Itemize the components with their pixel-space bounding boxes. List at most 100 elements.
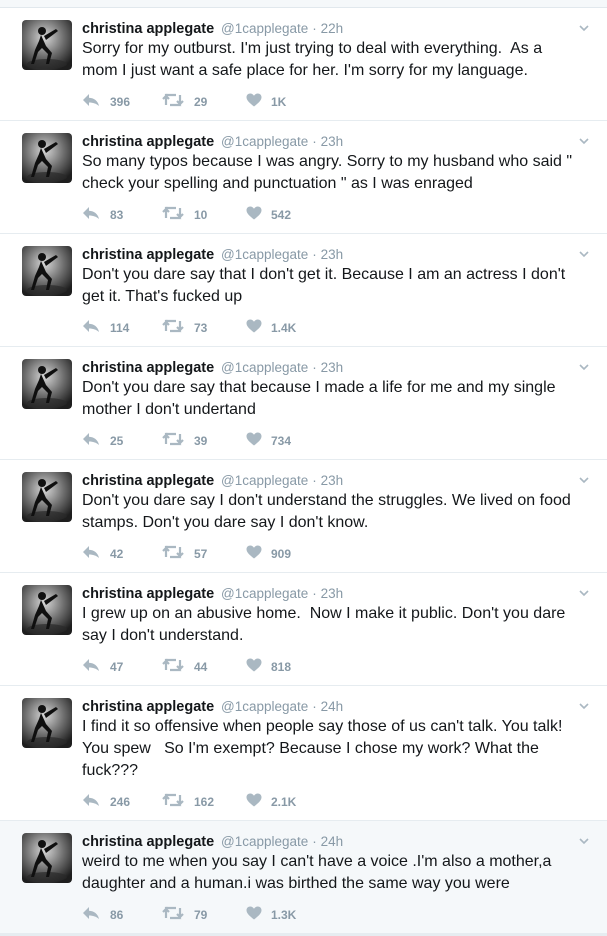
reply-icon	[83, 659, 99, 671]
retweet-count: 10	[194, 208, 208, 222]
avatar-photo	[22, 246, 72, 296]
reply-icon	[83, 794, 99, 806]
author-name[interactable]: christina applegate	[82, 134, 214, 150]
tweet[interactable]: christina applegate @1capplegate · 23h S…	[0, 121, 607, 234]
timestamp[interactable]: 23h	[321, 247, 344, 262]
avatar-photo	[22, 472, 72, 522]
avatar[interactable]	[22, 246, 72, 296]
retweet-count: 162	[194, 795, 215, 809]
chevron-down-icon[interactable]	[579, 362, 589, 372]
chevron-down-icon[interactable]	[579, 23, 589, 33]
tweet-text: I find it so offensive when people say t…	[82, 718, 567, 779]
tweet-header: christina applegate @1capplegate · 23h	[82, 357, 593, 377]
author-handle[interactable]: @1capplegate	[221, 360, 308, 375]
like-count: 1.3K	[271, 908, 297, 922]
tweet[interactable]: christina applegate @1capplegate · 22h S…	[0, 8, 607, 121]
heart-icon	[246, 93, 262, 107]
timestamp[interactable]: 23h	[321, 134, 344, 149]
author-handle[interactable]: @1capplegate	[221, 134, 308, 149]
author-name[interactable]: christina applegate	[82, 21, 214, 37]
tweet-header: christina applegate @1capplegate · 23h	[82, 244, 593, 264]
retweet-icon	[162, 319, 184, 333]
tweet[interactable]: christina applegate @1capplegate · 24h w…	[0, 821, 607, 934]
avatar-photo	[22, 20, 72, 70]
tweet-header: christina applegate @1capplegate · 23h	[82, 131, 593, 151]
author-name[interactable]: christina applegate	[82, 699, 214, 715]
like-count: 818	[271, 660, 292, 674]
avatar[interactable]	[22, 585, 72, 635]
timestamp[interactable]: 23h	[321, 473, 344, 488]
tweet[interactable]: christina applegate @1capplegate · 24h I…	[0, 686, 607, 821]
avatar-photo	[22, 359, 72, 409]
tweet[interactable]: christina applegate @1capplegate · 23h D…	[0, 347, 607, 460]
author-name[interactable]: christina applegate	[82, 586, 214, 602]
reply-icon	[83, 94, 99, 106]
author-handle[interactable]: @1capplegate	[221, 586, 308, 601]
tweet-header: christina applegate @1capplegate · 22h	[82, 18, 593, 38]
tweet-header: christina applegate @1capplegate · 24h	[82, 831, 593, 851]
author-handle[interactable]: @1capplegate	[221, 834, 308, 849]
heart-icon	[246, 432, 262, 446]
retweet-count: 39	[194, 434, 208, 448]
separator: ·	[312, 21, 317, 36]
author-name[interactable]: christina applegate	[82, 247, 214, 263]
like-count: 734	[271, 434, 292, 448]
reply-count: 396	[110, 95, 131, 109]
retweet-icon	[162, 906, 184, 920]
heart-icon	[246, 906, 262, 920]
chevron-down-icon[interactable]	[579, 475, 589, 485]
avatar[interactable]	[22, 472, 72, 522]
tweet[interactable]: christina applegate @1capplegate · 23h D…	[0, 460, 607, 573]
tweet-text: Don't you dare say that because I made a…	[82, 379, 560, 418]
timestamp[interactable]: 24h	[321, 834, 344, 849]
retweet-icon	[162, 206, 184, 220]
avatar[interactable]	[22, 698, 72, 748]
tweet-text: weird to me when you say I can't have a …	[82, 853, 556, 892]
avatar[interactable]	[22, 833, 72, 883]
chevron-down-icon[interactable]	[579, 836, 589, 846]
author-handle[interactable]: @1capplegate	[221, 473, 308, 488]
tweet-text: Don't you dare say that I don't get it. …	[82, 266, 570, 305]
timestamp[interactable]: 22h	[321, 21, 344, 36]
retweet-icon	[162, 658, 184, 672]
author-handle[interactable]: @1capplegate	[221, 21, 308, 36]
reply-icon	[83, 207, 99, 219]
chevron-down-icon[interactable]	[579, 136, 589, 146]
retweet-count: 29	[194, 95, 208, 109]
avatar[interactable]	[22, 20, 72, 70]
author-handle[interactable]: @1capplegate	[221, 247, 308, 262]
retweet-icon	[162, 93, 184, 107]
like-count: 2.1K	[271, 795, 297, 809]
author-handle[interactable]: @1capplegate	[221, 699, 308, 714]
avatar-photo	[22, 833, 72, 883]
heart-icon	[246, 658, 262, 672]
timestamp[interactable]: 24h	[321, 699, 344, 714]
reply-count: 83	[110, 208, 124, 222]
chevron-down-icon[interactable]	[579, 588, 589, 598]
reply-icon	[83, 546, 99, 558]
author-name[interactable]: christina applegate	[82, 360, 214, 376]
reply-count: 47	[110, 660, 124, 674]
avatar[interactable]	[22, 133, 72, 183]
retweet-icon	[162, 545, 184, 559]
avatar-photo	[22, 133, 72, 183]
author-name[interactable]: christina applegate	[82, 834, 214, 850]
tweet[interactable]: christina applegate @1capplegate · 23h D…	[0, 234, 607, 347]
chevron-down-icon[interactable]	[579, 249, 589, 259]
tweet[interactable]: christina applegate @1capplegate · 23h I…	[0, 573, 607, 686]
reply-icon	[83, 320, 99, 332]
like-count: 542	[271, 208, 292, 222]
like-count: 909	[271, 547, 292, 561]
author-name[interactable]: christina applegate	[82, 473, 214, 489]
retweet-icon	[162, 793, 184, 807]
tweet-text: Sorry for my outburst. I'm just trying t…	[82, 40, 547, 79]
timestamp[interactable]: 23h	[321, 360, 344, 375]
like-count: 1K	[271, 95, 287, 109]
avatar[interactable]	[22, 359, 72, 409]
separator: ·	[312, 247, 317, 262]
reply-count: 42	[110, 547, 124, 561]
chevron-down-icon[interactable]	[579, 701, 589, 711]
heart-icon	[246, 545, 262, 559]
timestamp[interactable]: 23h	[321, 586, 344, 601]
timeline-top-edge	[0, 0, 607, 8]
